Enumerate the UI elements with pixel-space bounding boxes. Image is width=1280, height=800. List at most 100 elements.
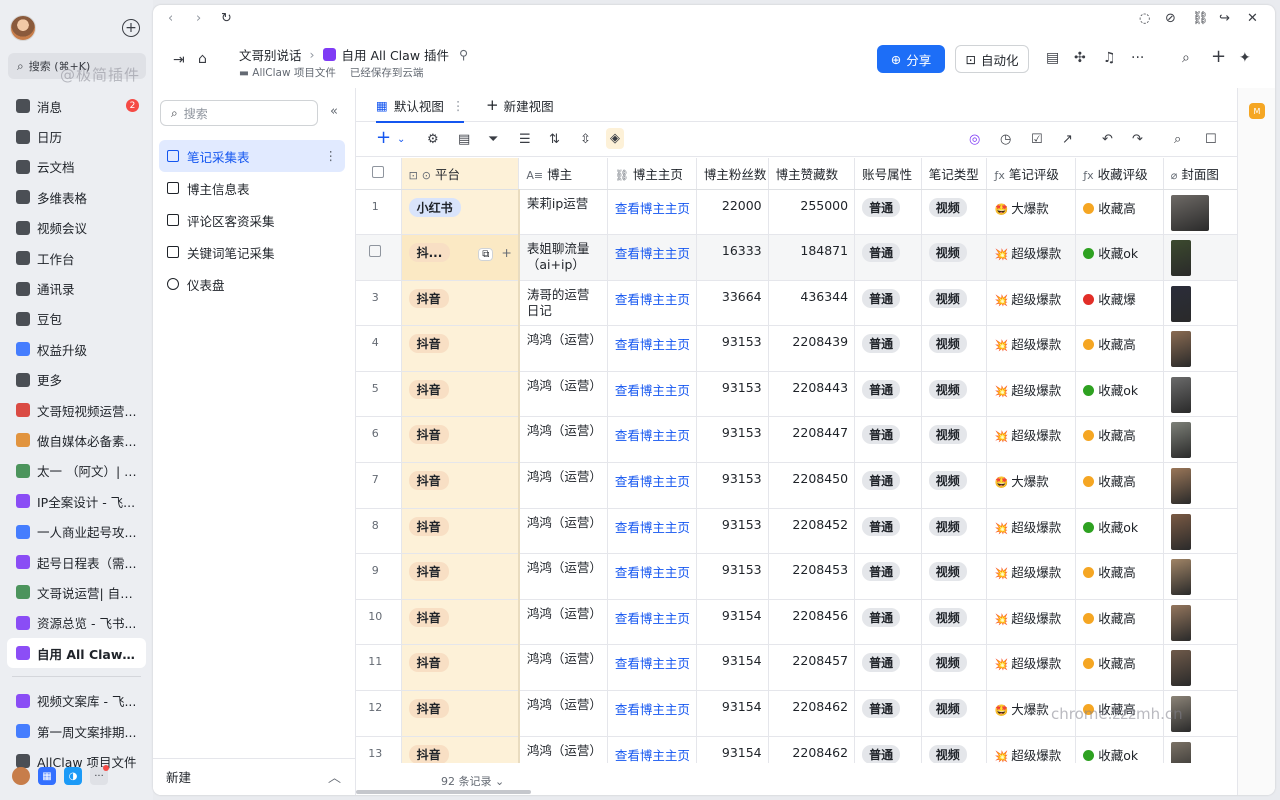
table-row[interactable]: 抖... ⧉ + 表姐聊流量（ai+ip） 查看博主主页 16333 184871 普通 视频 💥… <box>356 234 1238 281</box>
toggle-sidebar-icon[interactable]: ⇥ <box>173 52 185 68</box>
table-search-input[interactable]: ⌕ 搜索 <box>160 100 318 126</box>
cell-blogger[interactable]: 鸿鸿（运营） <box>518 644 608 692</box>
cell-likes[interactable]: 2208456 <box>768 599 856 646</box>
blogger-home-link[interactable]: 查看博主主页 <box>615 611 690 626</box>
column-header-rating[interactable]: ƒx 笔记评级 <box>986 158 1077 190</box>
cell-rating[interactable]: 💥 超级爆款 <box>986 553 1077 600</box>
comment-icon[interactable]: ☐ <box>1205 132 1217 147</box>
cell-cover[interactable] <box>1163 553 1238 600</box>
cover-thumbnail[interactable] <box>1170 194 1209 231</box>
cover-thumbnail[interactable] <box>1170 650 1191 687</box>
cover-thumbnail[interactable] <box>1170 422 1191 459</box>
select-all-checkbox[interactable] <box>356 158 402 190</box>
row-index[interactable]: 10 <box>356 599 402 646</box>
cell-platform[interactable]: 抖音 <box>401 416 520 464</box>
cell-home[interactable]: 查看博主主页 <box>607 644 697 692</box>
blogger-home-link[interactable]: 查看博主主页 <box>615 292 690 307</box>
comment-icon[interactable]: ◌ <box>1139 11 1150 26</box>
cell-rating[interactable]: 💥 超级爆款 <box>986 234 1077 281</box>
row-checkbox[interactable] <box>369 245 382 258</box>
cell-home[interactable]: 查看博主主页 <box>607 371 697 418</box>
expand-record-icon[interactable]: ⧉ <box>478 248 494 262</box>
cell-attr[interactable]: 普通 <box>854 462 922 509</box>
close-icon[interactable]: ✕ <box>1247 11 1258 26</box>
column-header-collect[interactable]: ƒx 收藏评级 <box>1075 158 1164 190</box>
cell-collect[interactable]: 收藏ok <box>1075 736 1164 763</box>
automation-button[interactable]: ⊡ 自动化 <box>955 45 1029 73</box>
cell-collect[interactable]: 收藏高 <box>1075 416 1164 464</box>
cell-collect[interactable]: 收藏爆 <box>1075 280 1164 327</box>
cell-attr[interactable]: 普通 <box>854 644 922 692</box>
forward-share-icon[interactable]: ↪ <box>1219 11 1230 26</box>
cover-thumbnail[interactable] <box>1170 559 1191 596</box>
cell-attr[interactable]: 普通 <box>854 371 922 418</box>
blogger-home-link[interactable]: 查看博主主页 <box>615 702 690 717</box>
cell-collect[interactable]: 收藏高 <box>1075 644 1164 692</box>
cell-fans[interactable]: 93153 <box>696 325 769 372</box>
cell-fans[interactable]: 93154 <box>696 736 769 763</box>
cell-collect[interactable]: 收藏ok <box>1075 234 1164 281</box>
cell-likes[interactable]: 184871 <box>768 234 856 281</box>
forward-icon[interactable]: › <box>196 11 201 26</box>
table-row[interactable]: 1 小红书 茉莉ip运营 查看博主主页 22000 255000 普通 视频 🤩 大爆款 收藏高 <box>356 189 1238 236</box>
cell-rating[interactable]: 🤩 大爆款 <box>986 189 1077 236</box>
cover-thumbnail[interactable] <box>1170 513 1191 550</box>
new-view-button[interactable]: + 新建视图 <box>486 88 554 122</box>
horizontal-scrollbar[interactable] <box>356 790 531 794</box>
cell-type[interactable]: 视频 <box>921 553 988 600</box>
cell-type[interactable]: 视频 <box>921 736 988 763</box>
cell-blogger[interactable]: 鸿鸿（运营） <box>518 690 608 737</box>
column-header-type[interactable]: 笔记类型 <box>921 158 988 190</box>
blogger-home-link[interactable]: 查看博主主页 <box>615 748 690 763</box>
row-index[interactable]: 5 <box>356 371 402 418</box>
record-count[interactable]: 92 条记录 ⌄ <box>441 773 504 789</box>
add-icon[interactable]: + <box>1211 46 1226 67</box>
sort-icon[interactable]: ⇅ <box>549 132 560 147</box>
cell-fans[interactable]: 33664 <box>696 280 769 327</box>
cell-likes[interactable]: 436344 <box>768 280 856 327</box>
filter-icon[interactable]: ⏷ <box>488 132 498 147</box>
sidebar-item[interactable]: 一人商业起号攻... <box>0 516 153 546</box>
share-view-icon[interactable]: ↗ <box>1062 132 1073 147</box>
cell-home[interactable]: 查看博主主页 <box>607 690 697 737</box>
cell-likes[interactable]: 2208447 <box>768 416 856 464</box>
cell-platform[interactable]: 抖音 <box>401 553 520 600</box>
sidebar-item[interactable]: 权益升级 <box>0 334 153 364</box>
cell-collect[interactable]: 收藏高 <box>1075 325 1164 372</box>
blogger-home-link[interactable]: 查看博主主页 <box>615 201 690 216</box>
document-icon[interactable]: ▤ <box>1046 50 1059 66</box>
cell-blogger[interactable]: 鸿鸿（运营） <box>518 508 608 555</box>
blogger-home-link[interactable]: 查看博主主页 <box>615 383 690 398</box>
cell-rating[interactable]: 💥 超级爆款 <box>986 325 1077 372</box>
cover-thumbnail[interactable] <box>1170 604 1191 641</box>
cell-fans[interactable]: 93153 <box>696 508 769 555</box>
new-table-bar[interactable]: 新建 ︿ <box>153 758 355 794</box>
avatar[interactable] <box>10 15 36 41</box>
compass-icon[interactable]: ⊘ <box>1165 11 1176 26</box>
row-index[interactable]: 11 <box>356 644 402 692</box>
cell-likes[interactable]: 2208452 <box>768 508 856 555</box>
row-height-icon[interactable]: ⇳ <box>580 132 591 147</box>
cell-blogger[interactable]: 鸿鸿（运营） <box>518 325 608 372</box>
cell-likes[interactable]: 2208453 <box>768 553 856 600</box>
table-row[interactable]: 11 抖音 鸿鸿（运营） 查看博主主页 93154 2208457 普通 视频 💥 超级爆款 收藏高 <box>356 644 1238 692</box>
sidebar-item[interactable]: 多维表格 <box>0 182 153 212</box>
table-item[interactable]: 博主信息表 <box>159 172 345 204</box>
cell-rating[interactable]: 💥 超级爆款 <box>986 644 1077 692</box>
cell-platform[interactable]: 抖音 <box>401 508 520 555</box>
group-icon[interactable]: ☰ <box>519 132 531 147</box>
cell-cover[interactable] <box>1163 280 1238 327</box>
table-item[interactable]: 关键词笔记采集 <box>159 236 345 268</box>
sidebar-item[interactable]: 通讯录 <box>0 273 153 303</box>
cell-rating[interactable]: 🤩 大爆款 <box>986 462 1077 509</box>
cell-attr[interactable]: 普通 <box>854 553 922 600</box>
cell-attr[interactable]: 普通 <box>854 508 922 555</box>
sidebar-item[interactable]: 工作台 <box>0 243 153 273</box>
cell-fans[interactable]: 93154 <box>696 644 769 692</box>
cell-attr[interactable]: 普通 <box>854 234 922 281</box>
blogger-home-link[interactable]: 查看博主主页 <box>615 656 690 671</box>
cell-rating[interactable]: 💥 超级爆款 <box>986 736 1077 763</box>
cover-thumbnail[interactable] <box>1170 741 1191 763</box>
cover-thumbnail[interactable] <box>1170 468 1191 505</box>
row-index[interactable]: 9 <box>356 553 402 600</box>
